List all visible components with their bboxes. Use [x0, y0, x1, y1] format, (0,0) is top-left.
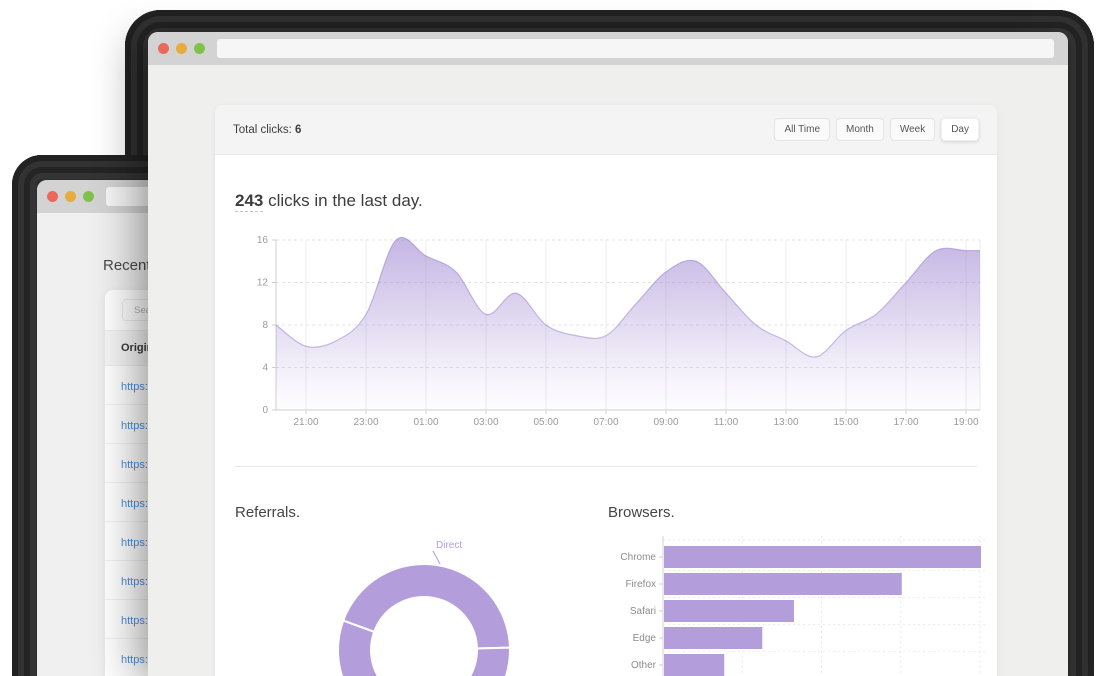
- referrals-section-title: Referrals.: [235, 504, 300, 521]
- svg-text:03:00: 03:00: [473, 417, 498, 428]
- section-divider: [235, 466, 977, 467]
- svg-text:09:00: 09:00: [653, 417, 678, 428]
- analytics-card: Total clicks: 6 All Time Month Week Day 243…: [215, 105, 997, 676]
- filter-button-all-time[interactable]: All Time: [774, 118, 830, 141]
- filter-group: All Time Month Week Day: [774, 118, 979, 141]
- clicks-headline-text: clicks in the last day.: [263, 191, 422, 210]
- svg-text:Direct: Direct: [436, 540, 462, 551]
- minimize-window-icon[interactable]: [65, 191, 76, 202]
- svg-text:19:00: 19:00: [953, 417, 978, 428]
- svg-text:13:00: 13:00: [773, 417, 798, 428]
- svg-text:0: 0: [262, 405, 268, 416]
- minimize-window-icon[interactable]: [176, 43, 187, 54]
- svg-text:Edge: Edge: [633, 633, 657, 644]
- total-clicks-value: 6: [295, 124, 301, 136]
- svg-text:07:00: 07:00: [593, 417, 618, 428]
- main-browser-chrome: [148, 32, 1068, 65]
- filter-button-day[interactable]: Day: [941, 118, 979, 141]
- svg-text:11:00: 11:00: [714, 417, 739, 428]
- recent-links-heading: Recent: [103, 257, 151, 274]
- svg-text:15:00: 15:00: [833, 417, 858, 428]
- clicks-count: 243: [235, 191, 263, 212]
- window-controls: [158, 43, 205, 54]
- svg-text:4: 4: [262, 363, 268, 374]
- total-clicks: Total clicks: 6: [233, 124, 301, 136]
- url-bar[interactable]: [217, 39, 1054, 58]
- svg-text:21:00: 21:00: [293, 417, 318, 428]
- svg-text:23:00: 23:00: [353, 417, 378, 428]
- svg-text:8: 8: [262, 320, 268, 331]
- svg-text:Safari: Safari: [630, 606, 656, 617]
- referrals-donut-chart: Direct: [330, 535, 512, 676]
- maximize-window-icon[interactable]: [194, 43, 205, 54]
- svg-text:16: 16: [257, 235, 269, 246]
- window-controls: [47, 191, 94, 202]
- browsers-bar-chart: Chrome Firefox Safari Edge Other: [608, 536, 990, 676]
- close-window-icon[interactable]: [158, 43, 169, 54]
- maximize-window-icon[interactable]: [83, 191, 94, 202]
- filter-button-week[interactable]: Week: [890, 118, 935, 141]
- svg-text:Other: Other: [631, 660, 657, 671]
- analytics-page: Total clicks: 6 All Time Month Week Day 243…: [148, 65, 1068, 676]
- total-clicks-label: Total clicks:: [233, 124, 292, 136]
- svg-text:Chrome: Chrome: [620, 552, 656, 563]
- main-browser-window: Total clicks: 6 All Time Month Week Day 243…: [148, 32, 1068, 676]
- browsers-section-title: Browsers.: [608, 504, 675, 521]
- svg-text:Firefox: Firefox: [625, 579, 656, 590]
- svg-text:12: 12: [257, 278, 269, 289]
- svg-text:17:00: 17:00: [893, 417, 918, 428]
- clicks-headline: 243 clicks in the last day.: [235, 191, 423, 211]
- svg-text:05:00: 05:00: [533, 417, 558, 428]
- clicks-area-chart: 21:00 23:00 01:00 03:00 05:00 07:00 09:00 11:00…: [215, 230, 997, 435]
- filter-button-month[interactable]: Month: [836, 118, 884, 141]
- svg-text:01:00: 01:00: [413, 417, 438, 428]
- analytics-card-header: Total clicks: 6 All Time Month Week Day: [215, 105, 997, 155]
- close-window-icon[interactable]: [47, 191, 58, 202]
